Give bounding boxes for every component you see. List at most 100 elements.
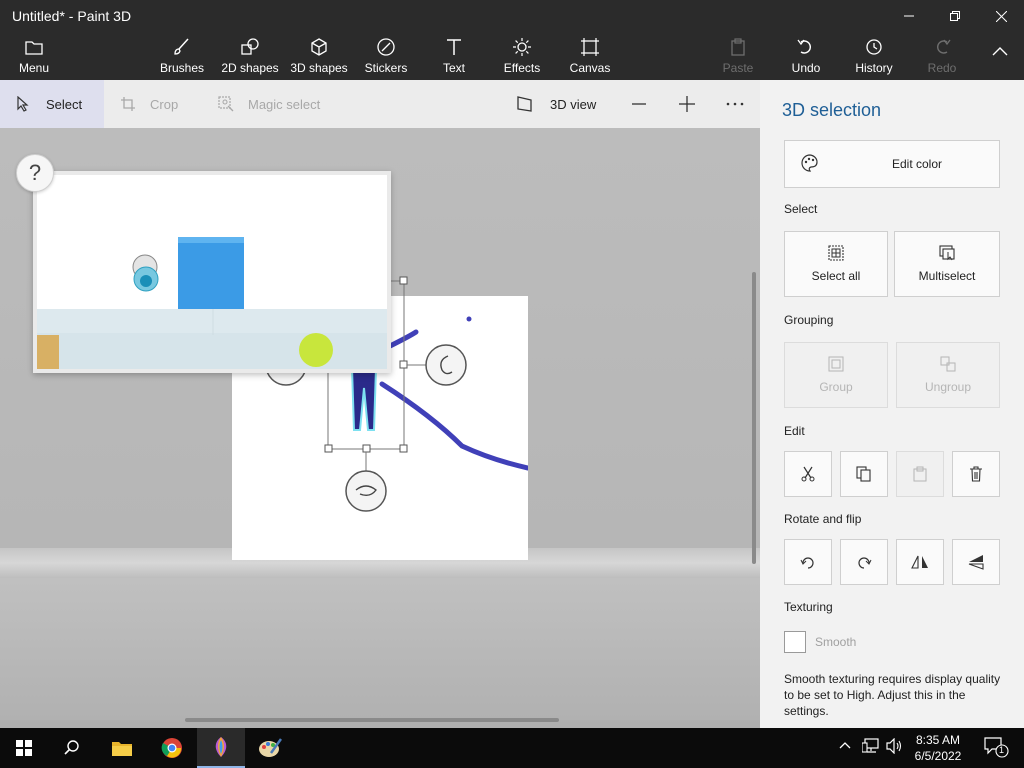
ungroup-icon — [940, 356, 956, 372]
clock-time: 8:35 AM — [915, 733, 961, 747]
windows-logo-icon — [16, 740, 32, 756]
smooth-checkbox[interactable] — [784, 631, 806, 653]
edit-color-button[interactable]: Edit color — [784, 140, 1000, 188]
group-icon — [828, 356, 844, 372]
file-explorer-button[interactable] — [98, 728, 146, 768]
undo-button[interactable]: Undo — [786, 36, 826, 78]
flip-horizontal-button[interactable] — [896, 539, 944, 585]
rotate-y-handle[interactable] — [345, 470, 387, 512]
3d-preview-scene — [37, 175, 387, 369]
canvas-workspace[interactable]: ? — [0, 128, 760, 728]
select-all-label: Select all — [811, 269, 861, 283]
rotate-left-button[interactable] — [784, 539, 832, 585]
paint-palette-icon — [259, 738, 282, 757]
brush-icon — [174, 38, 189, 55]
sun-icon — [513, 38, 531, 56]
delete-button[interactable] — [952, 451, 1000, 497]
undo-label: Undo — [791, 61, 821, 75]
history-button[interactable]: History — [852, 36, 896, 78]
paint-3d-icon — [215, 737, 227, 757]
cut-button[interactable] — [784, 451, 832, 497]
plus-icon — [679, 96, 695, 112]
edit-heading: Edit — [784, 424, 805, 438]
rotate-z-handle[interactable] — [425, 344, 467, 386]
vertical-scrollbar[interactable] — [752, 272, 756, 564]
brushes-label: Brushes — [159, 61, 205, 75]
notifications-button[interactable]: 1 — [984, 736, 1010, 761]
paint-3d-taskbar-button[interactable] — [197, 728, 245, 768]
speaker-icon — [886, 737, 902, 755]
horizontal-scrollbar[interactable] — [185, 718, 559, 722]
menu-label: Menu — [18, 61, 50, 75]
3d-selection-panel: 3D selection Edit color Select Select al… — [760, 80, 1024, 728]
figure — [350, 367, 378, 431]
show-hidden-icons-button[interactable] — [839, 738, 851, 753]
effects-button[interactable]: Effects — [502, 36, 542, 78]
zoom-out-button[interactable] — [624, 80, 654, 128]
paste-icon — [913, 466, 927, 482]
folder-icon — [25, 41, 43, 55]
text-button[interactable]: Text — [436, 36, 472, 78]
group-label: Group — [819, 380, 853, 394]
3d-preview-window[interactable] — [33, 171, 391, 373]
help-button[interactable]: ? — [16, 154, 54, 192]
chrome-icon — [161, 738, 182, 758]
canvas-icon — [581, 38, 599, 56]
3d-view-toggle[interactable]: 3D view — [516, 80, 596, 128]
copy-button[interactable] — [840, 451, 888, 497]
paste-button[interactable]: Paste — [718, 36, 758, 78]
3d-shapes-button[interactable]: 3D shapes — [289, 36, 349, 78]
rotate-right-icon — [858, 557, 872, 569]
edit-color-label: Edit color — [891, 157, 943, 171]
history-icon — [866, 39, 882, 55]
menu-button[interactable]: Menu — [14, 36, 54, 78]
more-options-button[interactable] — [720, 80, 750, 128]
history-label: History — [855, 61, 893, 75]
magic-select-icon — [218, 96, 234, 112]
restore-button[interactable] — [932, 0, 978, 32]
restore-icon — [950, 11, 960, 21]
search-button[interactable] — [48, 728, 96, 768]
close-icon — [995, 10, 1007, 22]
clock-date: 6/5/2022 — [914, 749, 962, 763]
2d-shapes-label: 2D shapes — [221, 61, 279, 75]
magic-select-tool[interactable]: Magic select — [218, 80, 320, 128]
chrome-button[interactable] — [148, 728, 196, 768]
paint-taskbar-button[interactable] — [246, 728, 294, 768]
texturing-heading: Texturing — [784, 600, 833, 614]
redo-label: Redo — [927, 61, 957, 75]
minimize-button[interactable] — [886, 0, 932, 32]
crop-tool[interactable]: Crop — [120, 80, 178, 128]
crop-label: Crop — [150, 96, 179, 112]
redo-button[interactable]: Redo — [924, 36, 960, 78]
multiselect-button[interactable]: Multiselect — [894, 231, 1000, 297]
stickers-button[interactable]: Stickers — [362, 36, 410, 78]
canvas-button[interactable]: Canvas — [568, 36, 612, 78]
select-tool[interactable]: Select — [0, 80, 104, 128]
undo-icon — [797, 39, 811, 54]
more-icon — [726, 102, 744, 106]
ungroup-button[interactable]: Ungroup — [896, 342, 1000, 408]
smooth-texturing-note: Smooth texturing requires display qualit… — [784, 672, 1001, 718]
volume-button[interactable] — [886, 737, 904, 757]
brushes-button[interactable]: Brushes — [158, 36, 206, 78]
close-button[interactable] — [978, 0, 1024, 32]
start-button[interactable] — [0, 728, 48, 768]
paste-panel-button[interactable] — [896, 451, 944, 497]
clock[interactable]: 8:35 AM 6/5/2022 — [906, 732, 970, 764]
smooth-label: Smooth — [815, 635, 857, 649]
panel-title: 3D selection — [782, 100, 882, 120]
canvas-label: Canvas — [569, 61, 611, 75]
title-bar: Untitled* - Paint 3D — [0, 0, 1024, 32]
network-button[interactable] — [861, 738, 880, 757]
select-all-button[interactable]: Select all — [784, 231, 888, 297]
flip-vertical-button[interactable] — [952, 539, 1000, 585]
secondary-toolbar: Select Crop Magic select 3D view — [0, 80, 760, 128]
flip-horizontal-icon — [911, 555, 928, 569]
scissors-icon — [801, 466, 815, 482]
zoom-in-button[interactable] — [672, 80, 702, 128]
group-button[interactable]: Group — [784, 342, 888, 408]
multiselect-icon — [939, 245, 955, 261]
rotate-right-button[interactable] — [840, 539, 888, 585]
2d-shapes-button[interactable]: 2D shapes — [220, 36, 280, 78]
